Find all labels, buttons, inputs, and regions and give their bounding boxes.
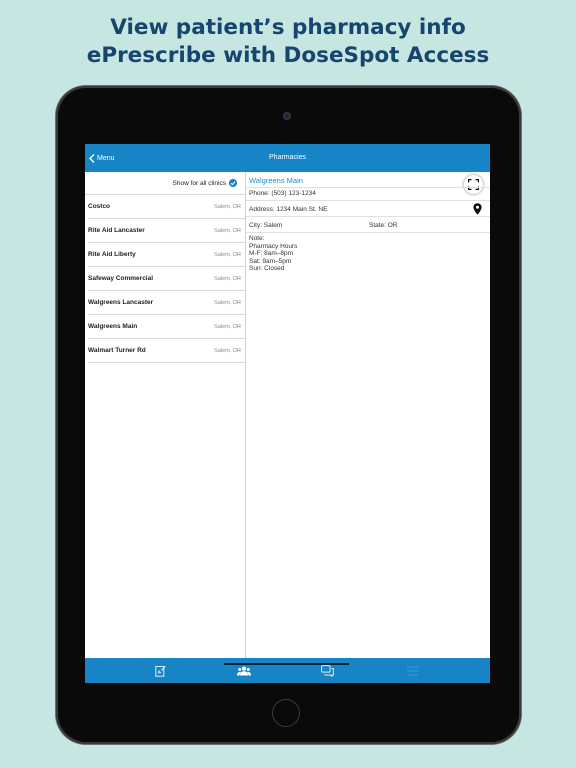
divider — [246, 200, 490, 201]
tab-bar — [85, 658, 490, 683]
ipad-frame: Menu Pharmacies Show for all clinics Cos… — [56, 86, 521, 744]
home-button[interactable] — [272, 699, 300, 727]
home-indicator — [224, 663, 349, 665]
people-icon — [237, 666, 251, 675]
pharmacy-location: Salem, OR — [214, 299, 241, 306]
pharmacy-list-item[interactable]: Rite Aid Liberty Salem, OR — [88, 243, 245, 267]
divider — [246, 216, 490, 217]
pharmacy-list-item[interactable]: Walgreens Main Salem, OR — [88, 315, 245, 339]
pharmacy-list-item[interactable]: Safeway Commercial Salem, OR — [88, 267, 245, 291]
pharmacy-name: Walgreens Lancaster — [88, 299, 154, 306]
pharmacy-name: Costco — [88, 203, 111, 210]
tab-messages[interactable] — [297, 658, 357, 683]
show-all-clinics-toggle[interactable]: Show for all clinics — [85, 172, 245, 195]
pharmacy-name: Rite Aid Liberty — [88, 251, 136, 258]
pharmacy-detail-pane: Walgreens Main Phone: (503) 123-1234 Add… — [246, 172, 490, 658]
page-title: Pharmacies — [269, 154, 306, 161]
note-line: Sun: Closed — [249, 265, 285, 272]
pharmacy-location: Salem, OR — [214, 347, 241, 354]
pharmacy-list-item[interactable]: Costco Salem, OR — [88, 195, 245, 219]
pharmacy-list-item[interactable]: Walgreens Lancaster Salem, OR — [88, 291, 245, 315]
phone-text: Phone: (503) 123-1234 — [249, 190, 316, 197]
chat-icon — [320, 664, 334, 677]
state-text: State: OR — [369, 222, 398, 229]
menu-back-button[interactable]: Menu — [89, 144, 115, 172]
headline-line-2: ePrescribe with DoseSpot Access — [86, 43, 490, 68]
menu-icon — [406, 666, 418, 675]
pharmacy-list-item[interactable]: Rite Aid Lancaster Salem, OR — [88, 219, 245, 243]
note-line: Note: — [249, 235, 265, 242]
expand-icon — [468, 179, 479, 190]
tab-patients[interactable] — [214, 658, 274, 683]
pharmacy-name: Walgreens Main — [88, 323, 138, 330]
divider — [246, 232, 490, 233]
pharmacy-name: Safeway Commercial — [88, 275, 154, 282]
menu-back-label: Menu — [97, 154, 115, 162]
pharmacy-note: Note: Pharmacy Hours M-F: 8am–8pm Sat: 9am–… — [249, 235, 297, 273]
pharmacy-location: Salem, OR — [214, 251, 241, 258]
note-line: Sat: 9am–5pm — [249, 257, 292, 265]
divider — [246, 187, 490, 188]
pharmacy-name: Walmart Turner Rd — [88, 347, 146, 354]
pharmacy-location: Salem, OR — [214, 323, 241, 330]
navigation-bar: Menu Pharmacies — [85, 144, 490, 172]
note-line: M-F: 8am–8pm — [249, 250, 294, 257]
chevron-left-icon — [89, 153, 95, 163]
note-line: Pharmacy Hours — [249, 242, 298, 250]
tab-more[interactable] — [382, 658, 442, 683]
pharmacy-list: Costco Salem, OR Rite Aid Lancaster Salem, … — [85, 195, 245, 363]
app-screen: Menu Pharmacies Show for all clinics Cos… — [85, 144, 490, 683]
pharmacy-location: Salem, OR — [214, 275, 241, 282]
city-text: City: Salem — [249, 222, 283, 229]
pharmacy-detail-name: Walgreens Main — [249, 176, 303, 185]
map-pin-icon[interactable] — [473, 203, 482, 215]
headline-line-1: View patient’s pharmacy info — [110, 15, 466, 40]
show-all-clinics-label: Show for all clinics — [172, 179, 226, 187]
tab-prescriptions[interactable] — [130, 658, 190, 683]
expand-button[interactable] — [464, 175, 483, 194]
clipboard-icon — [154, 665, 166, 677]
camera-icon — [283, 112, 291, 120]
pharmacy-name: Rite Aid Lancaster — [88, 227, 145, 234]
pharmacy-list-item[interactable]: Walmart Turner Rd Salem, OR — [88, 339, 245, 363]
pharmacy-location: Salem, OR — [214, 227, 241, 234]
checkmark-icon[interactable] — [229, 179, 237, 187]
pharmacy-list-pane: Show for all clinics Costco Salem, OR Rite… — [85, 172, 246, 658]
headline: View patient’s pharmacy info ePrescribe … — [0, 14, 576, 70]
address-text: Address: 1234 Main St. NE — [249, 206, 328, 213]
pharmacy-location: Salem, OR — [214, 203, 241, 210]
